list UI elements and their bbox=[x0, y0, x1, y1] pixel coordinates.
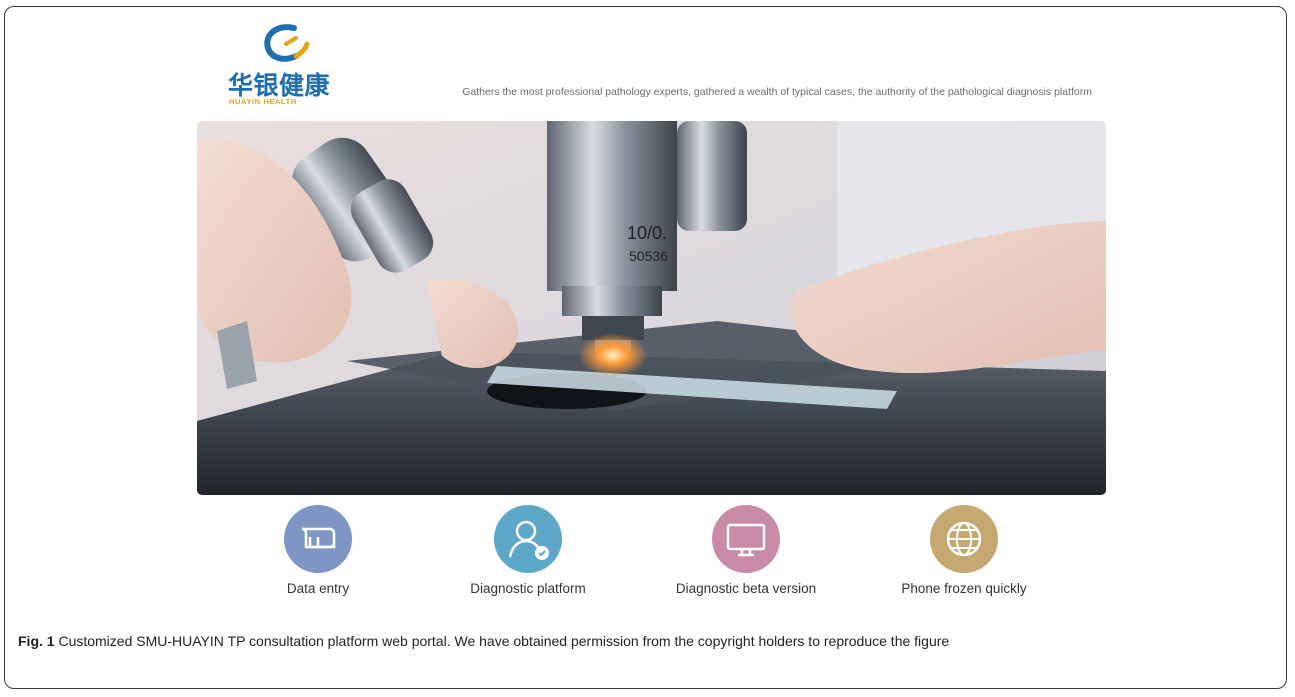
svg-text:50536: 50536 bbox=[629, 248, 668, 264]
microscope-photo: 10/0. 50536 bbox=[197, 121, 1106, 495]
huayin-logo[interactable]: 华银健康 HUAYIN HEALTH bbox=[228, 22, 343, 112]
site-header: 华银健康 HUAYIN HEALTH Gathers the most prof… bbox=[228, 22, 1098, 112]
monitor-icon bbox=[712, 505, 780, 573]
feature-diagnostic-beta[interactable]: Diagnostic beta version bbox=[661, 505, 831, 605]
feature-label: Diagnostic platform bbox=[470, 581, 586, 596]
feature-data-entry[interactable]: Data entry bbox=[233, 505, 403, 605]
figure-caption: Fig. 1 Customized SMU-HUAYIN TP consulta… bbox=[18, 631, 1273, 651]
feature-label: Diagnostic beta version bbox=[675, 581, 817, 596]
site-tagline: Gathers the most professional pathology … bbox=[462, 86, 1092, 98]
globe-icon bbox=[930, 505, 998, 573]
feature-row: Data entry Diagnostic platform Diagnosti… bbox=[0, 505, 1295, 605]
logo-mark-icon bbox=[264, 24, 310, 62]
feature-diagnostic-platform[interactable]: Diagnostic platform bbox=[443, 505, 613, 605]
doctor-user-icon bbox=[494, 505, 562, 573]
feature-label: Phone frozen quickly bbox=[901, 581, 1027, 596]
document-scroll-icon bbox=[284, 505, 352, 573]
objective-text: 10/0. bbox=[627, 223, 667, 243]
caption-text: Customized SMU-HUAYIN TP consultation pl… bbox=[54, 633, 950, 649]
feature-phone-frozen[interactable]: Phone frozen quickly bbox=[879, 505, 1049, 605]
brand-name-en: HUAYIN HEALTH bbox=[229, 97, 297, 106]
feature-label: Data entry bbox=[286, 581, 350, 596]
caption-label: Fig. 1 bbox=[18, 633, 55, 649]
hero-banner-image: 10/0. 50536 bbox=[197, 121, 1106, 495]
